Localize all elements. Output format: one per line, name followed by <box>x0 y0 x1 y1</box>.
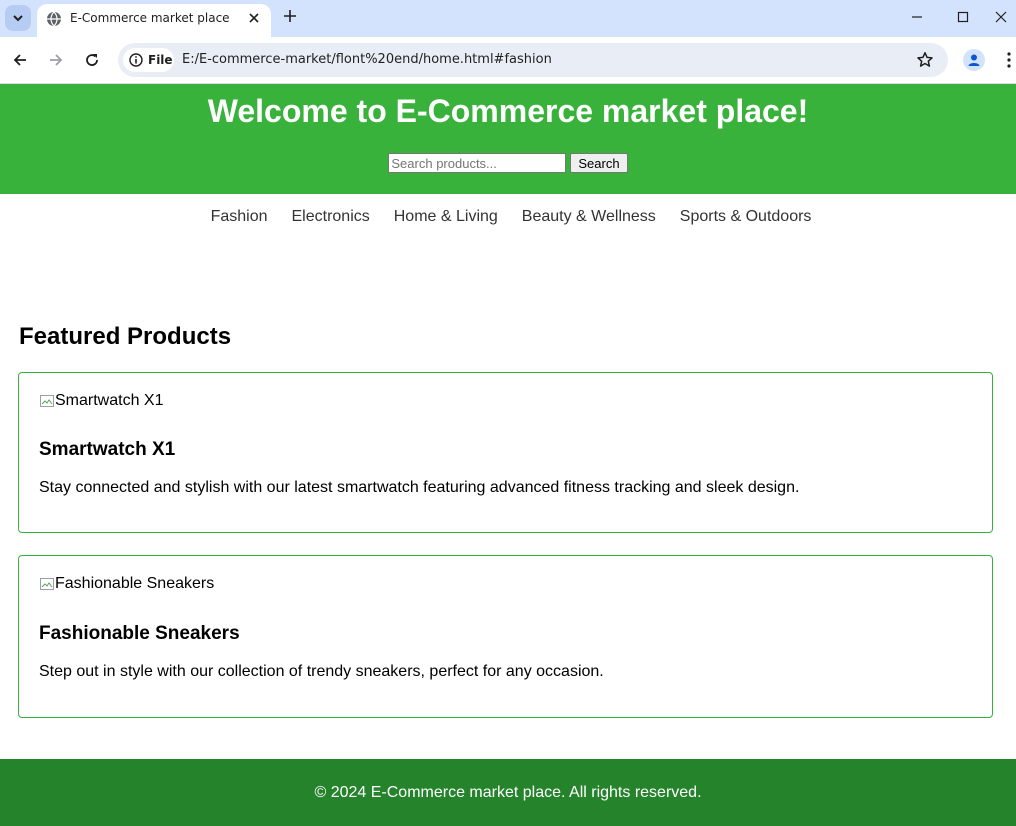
minimize-icon <box>912 16 922 18</box>
nav-link-beauty-wellness[interactable]: Beauty & Wellness <box>522 208 656 226</box>
product-card: Fashionable Sneakers Fashionable Sneaker… <box>18 555 993 718</box>
product-name: Fashionable Sneakers <box>39 623 240 644</box>
product-image-broken: Fashionable Sneakers <box>39 575 214 593</box>
profile-avatar-button[interactable] <box>963 49 985 71</box>
browser-tab-strip: E-Commerce market place <box>0 0 1016 37</box>
search-form: Search <box>0 153 1016 173</box>
back-arrow-icon <box>13 54 26 66</box>
product-image-broken: Smartwatch X1 <box>39 392 163 410</box>
product-card: Smartwatch X1 Smartwatch X1 Stay connect… <box>18 372 993 533</box>
featured-products-heading: Featured Products <box>19 323 232 350</box>
kebab-menu-icon[interactable] <box>1002 50 1016 70</box>
close-window-icon <box>995 11 1007 23</box>
product-name: Smartwatch X1 <box>39 439 176 460</box>
tab-title: E-Commerce market place <box>70 11 230 25</box>
product-description: Step out in style with our collection of… <box>39 663 604 680</box>
maximize-button[interactable] <box>940 0 986 34</box>
category-nav: Fashion Electronics Home & Living Beauty… <box>0 208 1016 226</box>
search-button[interactable]: Search <box>570 153 628 173</box>
site-header: Welcome to E-Commerce market place! Sear… <box>0 84 1016 194</box>
maximize-icon <box>957 11 969 23</box>
search-input[interactable] <box>388 153 567 173</box>
chevron-down-icon <box>13 15 23 22</box>
info-icon <box>129 53 143 67</box>
site-title: Welcome to E-Commerce market place! <box>207 93 809 129</box>
nav-link-home-living[interactable]: Home & Living <box>394 208 498 226</box>
browser-toolbar: File E:/E-commerce-market/flont%20end/ho… <box>0 37 1016 84</box>
product-image-alt: Smartwatch X1 <box>55 392 164 409</box>
forward-button[interactable] <box>46 50 66 70</box>
close-window-button[interactable] <box>986 0 1016 34</box>
nav-link-sports-outdoors[interactable]: Sports & Outdoors <box>680 208 812 226</box>
url-text[interactable]: E:/E-commerce-market/flont%20end/home.ht… <box>182 52 552 67</box>
close-tab-icon[interactable] <box>247 11 261 25</box>
minimize-button[interactable] <box>894 0 940 34</box>
browser-tab-active[interactable]: E-Commerce market place <box>37 4 271 37</box>
nav-link-electronics[interactable]: Electronics <box>292 208 370 226</box>
product-image-alt: Fashionable Sneakers <box>55 575 215 592</box>
reload-icon <box>86 54 98 66</box>
bookmark-star-icon[interactable] <box>916 51 934 69</box>
address-bar[interactable]: File E:/E-commerce-market/flont%20end/ho… <box>118 43 948 77</box>
tab-search-button[interactable] <box>5 5 31 31</box>
back-button[interactable] <box>10 50 30 70</box>
reload-button[interactable] <box>82 50 102 70</box>
product-description: Stay connected and stylish with our late… <box>39 479 800 496</box>
new-tab-icon[interactable] <box>282 8 298 24</box>
site-info-chip[interactable]: File <box>123 48 174 72</box>
footer-copyright: © 2024 E-Commerce market place. All righ… <box>314 783 702 801</box>
security-chip-label: File <box>148 53 173 67</box>
broken-image-icon <box>40 395 54 407</box>
nav-link-fashion[interactable]: Fashion <box>211 208 268 226</box>
site-footer: © 2024 E-Commerce market place. All righ… <box>0 759 1016 826</box>
globe-icon <box>47 11 61 27</box>
person-icon <box>968 54 980 66</box>
forward-arrow-icon <box>50 54 63 66</box>
broken-image-icon <box>40 578 54 590</box>
